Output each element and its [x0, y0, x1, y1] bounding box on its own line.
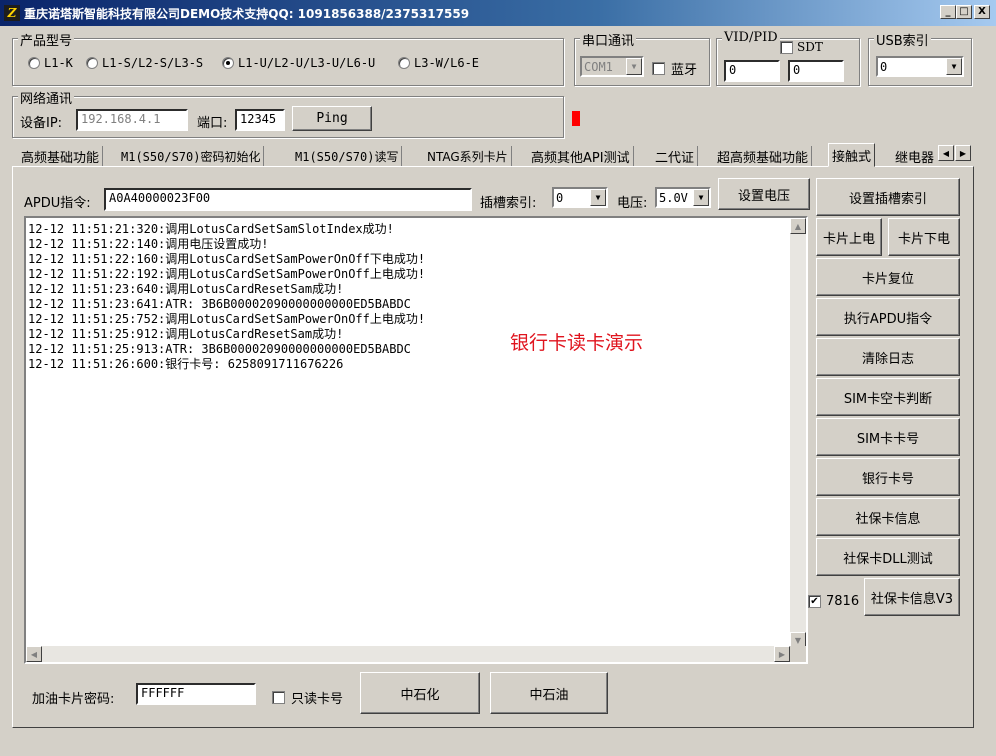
slot-label: 插槽索引: [480, 196, 537, 211]
power-on-button[interactable]: 卡片上电 [816, 218, 882, 256]
log-line: 12-12 11:51:22:140:调用电压设置成功! [28, 237, 269, 251]
checkbox-box [652, 62, 665, 75]
tab-uhf-basic[interactable]: 超高频基础功能 [714, 146, 813, 166]
close-button[interactable]: X [974, 5, 990, 19]
petrochina-button[interactable]: 中石油 [490, 672, 608, 714]
apdu-label: APDU指令: [24, 196, 91, 211]
tab-hf-basic[interactable]: 高频基础功能 [18, 146, 104, 166]
tab-hf-other-api[interactable]: 高频其他API测试 [528, 146, 634, 166]
log-line: 12-12 11:51:23:640:调用LotusCardResetSam成功… [28, 282, 344, 296]
serial-legend: 串口通讯 [580, 30, 637, 49]
scroll-up-icon[interactable]: ▲ [790, 218, 806, 234]
scroll-left-icon[interactable]: ◀ [26, 646, 42, 662]
usb-index-select[interactable]: 0 ▼ [876, 56, 964, 77]
sdt-checkbox[interactable]: SDT [780, 40, 823, 54]
window-title: 重庆诺塔斯智能科技有限公司DEMO技术支持QQ: 1091856388/2375… [24, 6, 470, 21]
demo-overlay-text: 银行卡读卡演示 [510, 332, 644, 354]
log-line: 12-12 11:51:22:160:调用LotusCardSetSamPowe… [28, 252, 426, 266]
apdu-input[interactable]: A0A40000023F00 [104, 188, 472, 211]
log-line: 12-12 11:51:22:192:调用LotusCardSetSamPowe… [28, 267, 426, 281]
chevron-down-icon[interactable]: ▼ [626, 58, 642, 75]
bluetooth-checkbox[interactable]: 蓝牙 [652, 59, 697, 78]
sim-empty-check-button[interactable]: SIM卡空卡判断 [816, 378, 960, 416]
chevron-down-icon[interactable]: ▼ [590, 189, 606, 206]
log-line: 12-12 11:51:23:641:ATR: 3B6B000020900000… [28, 297, 411, 311]
tab-contact[interactable]: 接触式 [828, 143, 876, 167]
radio-dot [86, 57, 98, 69]
tab-ntag[interactable]: NTAG系列卡片 [424, 146, 512, 166]
ip-label: 设备IP: [20, 116, 63, 131]
fuel-pwd-label: 加油卡片密码: [32, 692, 115, 707]
social-card-dll-test-button[interactable]: 社保卡DLL测试 [816, 538, 960, 576]
radio-dot [398, 57, 410, 69]
voltage-label: 电压: [617, 196, 648, 211]
port-label: 端口: [197, 116, 228, 131]
title-bar: Z 重庆诺塔斯智能科技有限公司DEMO技术支持QQ: 1091856388/23… [0, 0, 996, 26]
log-vertical-scrollbar[interactable]: ▲ ▼ [790, 218, 806, 648]
tab-relay[interactable]: 继电器 [892, 146, 938, 166]
voltage-select[interactable]: 5.0V ▼ [655, 187, 711, 208]
scroll-right-icon[interactable]: ▶ [774, 646, 790, 662]
ip-input[interactable]: 192.168.4.1 [76, 109, 188, 131]
log-lines: 12-12 11:51:21:320:调用LotusCardSetSamSlot… [28, 222, 425, 372]
checkbox-box [780, 40, 793, 54]
radio-product-2[interactable]: L1-U/L2-U/L3-U/L6-U [222, 56, 375, 70]
log-line: 12-12 11:51:25:912:调用LotusCardResetSam成功… [28, 327, 344, 341]
tab-m1-pwd-init[interactable]: M1(S50/S70)密码初始化 [118, 146, 265, 166]
chevron-down-icon[interactable]: ▼ [693, 189, 709, 206]
radio-product-1[interactable]: L1-S/L2-S/L3-S [86, 56, 203, 70]
ping-button[interactable]: Ping [292, 106, 372, 131]
social-card-info-button[interactable]: 社保卡信息 [816, 498, 960, 536]
log-horizontal-scrollbar[interactable]: ◀ ▶ [26, 646, 790, 662]
radio-dot-selected [222, 57, 234, 69]
checkbox-box: ✔ [808, 595, 821, 608]
tab-m1-rw[interactable]: M1(S50/S70)读写 [292, 146, 403, 166]
fuel-pwd-input[interactable]: FFFFFF [136, 683, 256, 705]
exec-apdu-button[interactable]: 执行APDU指令 [816, 298, 960, 336]
vid-input[interactable]: 0 [724, 60, 780, 82]
com-port-select[interactable]: COM1 ▼ [580, 56, 644, 77]
bank-card-number-button[interactable]: 银行卡号 [816, 458, 960, 496]
radio-product-0[interactable]: L1-K [28, 56, 73, 70]
pid-input[interactable]: 0 [788, 60, 844, 82]
radio-dot [28, 57, 40, 69]
clear-log-button[interactable]: 清除日志 [816, 338, 960, 376]
maximize-button[interactable]: □ [956, 5, 972, 19]
chevron-down-icon[interactable]: ▼ [946, 58, 962, 75]
readonly-card-checkbox[interactable]: 只读卡号 [272, 688, 343, 707]
tab-id-card[interactable]: 二代证 [652, 146, 699, 166]
radio-product-3[interactable]: L3-W/L6-E [398, 56, 479, 70]
slot-select[interactable]: 0 ▼ [552, 187, 608, 208]
tab-scroll-left-icon[interactable]: ◀ [938, 145, 954, 161]
app-icon: Z [4, 5, 20, 21]
power-off-button[interactable]: 卡片下电 [888, 218, 960, 256]
port-input[interactable]: 12345 [235, 109, 285, 131]
network-legend: 网络通讯 [18, 88, 75, 107]
log-line: 12-12 11:51:26:600:银行卡号: 625809171167622… [28, 357, 344, 371]
status-indicator [572, 111, 580, 126]
log-box[interactable]: 12-12 11:51:21:320:调用LotusCardSetSamSlot… [24, 216, 808, 664]
checkbox-box [272, 691, 285, 704]
check-7816[interactable]: ✔ 7816 [808, 594, 859, 609]
sinopec-button[interactable]: 中石化 [360, 672, 480, 714]
set-voltage-button[interactable]: 设置电压 [718, 178, 810, 210]
minimize-button[interactable]: _ [940, 5, 956, 19]
social-card-info-v3-button[interactable]: 社保卡信息V3 [864, 578, 960, 616]
product-model-legend: 产品型号 [18, 30, 75, 49]
usb-legend: USB索引 [874, 30, 931, 49]
vidpid-legend: VID/PID [722, 30, 780, 45]
sim-number-button[interactable]: SIM卡卡号 [816, 418, 960, 456]
log-line: 12-12 11:51:21:320:调用LotusCardSetSamSlot… [28, 222, 394, 236]
scroll-corner [790, 646, 806, 662]
tab-scroll-right-icon[interactable]: ▶ [955, 145, 971, 161]
log-line: 12-12 11:51:25:913:ATR: 3B6B000020900000… [28, 342, 411, 356]
set-slot-index-button[interactable]: 设置插槽索引 [816, 178, 960, 216]
log-line: 12-12 11:51:25:752:调用LotusCardSetSamPowe… [28, 312, 426, 326]
card-reset-button[interactable]: 卡片复位 [816, 258, 960, 296]
